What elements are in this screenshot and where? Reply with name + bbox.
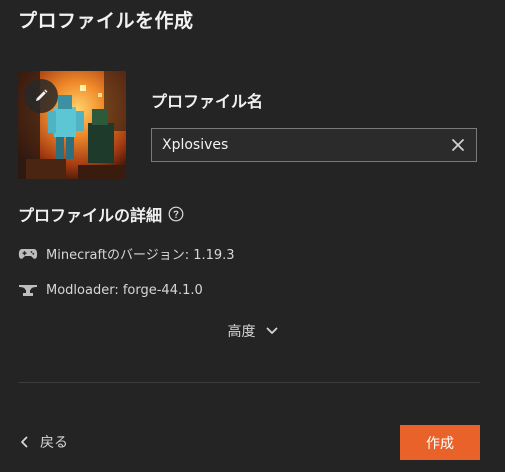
chevron-down-icon [266, 327, 277, 334]
profile-image-button[interactable] [18, 71, 126, 179]
footer-divider [18, 382, 480, 383]
chevron-left-icon [21, 436, 28, 448]
profile-name-input[interactable] [152, 129, 440, 161]
edit-image-badge[interactable] [24, 79, 58, 113]
gamepad-icon [18, 245, 38, 263]
profile-name-field [151, 128, 477, 162]
advanced-label: 高度 [227, 324, 256, 340]
profile-name-label: プロファイル名 [151, 92, 264, 111]
close-icon [452, 139, 464, 151]
clear-name-button[interactable] [440, 129, 476, 161]
help-circle-icon[interactable] [168, 206, 184, 222]
dialog-title: プロファイルを作成 [18, 10, 194, 32]
minecraft-version-text: Minecraftのバージョン: 1.19.3 [46, 248, 235, 263]
modloader-text: Modloader: forge-44.1.0 [46, 282, 203, 298]
minecraft-version-row: Minecraftのバージョン: 1.19.3 [18, 244, 235, 263]
back-button[interactable]: 戻る [20, 432, 68, 452]
back-label: 戻る [40, 435, 68, 451]
details-heading-text: プロファイルの詳細 [18, 206, 163, 225]
create-button[interactable]: 作成 [400, 425, 480, 460]
modloader-row: Modloader: forge-44.1.0 [18, 281, 203, 299]
details-heading: プロファイルの詳細 [18, 202, 184, 226]
advanced-toggle[interactable]: 高度 [0, 321, 505, 341]
anvil-icon [18, 281, 38, 299]
create-profile-dialog: プロファイルを作成 プロファイル名 Xplosives プロファイルの詳細 Mi… [0, 0, 505, 472]
pencil-icon [36, 89, 48, 101]
